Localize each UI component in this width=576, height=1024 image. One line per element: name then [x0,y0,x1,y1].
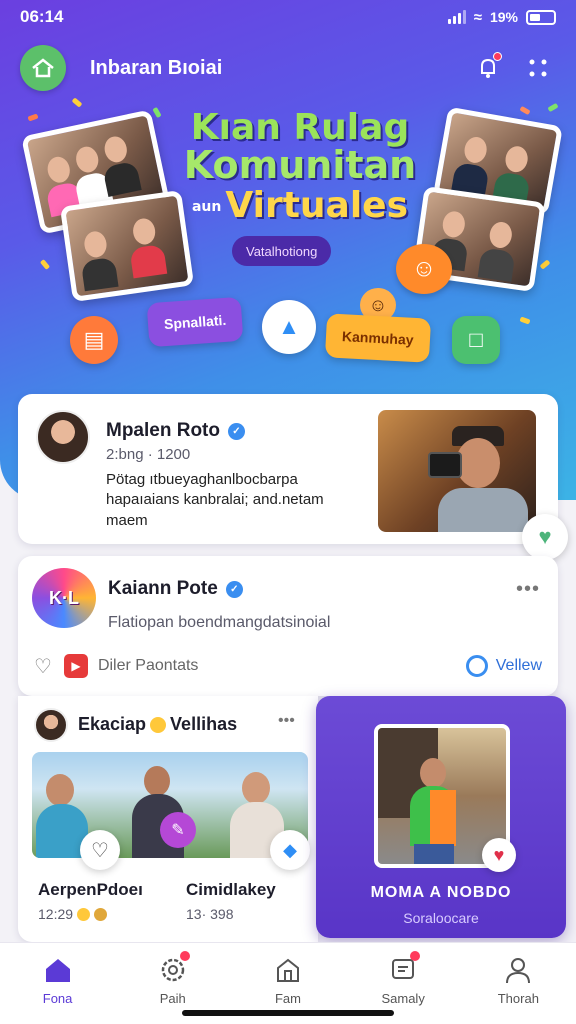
home-icon [41,955,75,985]
app-header: Inbaran Bıoiai [20,44,556,92]
like-heart-button[interactable]: ♥ [522,514,568,560]
confetti [39,259,51,270]
status-bar: 06:14 ≈ 19% [0,0,576,34]
nav-label: Paih [159,991,186,1006]
like-heart-button[interactable]: ♡ [80,830,120,870]
signal-icon [447,10,466,24]
profile-icon [501,955,535,985]
verified-icon: ✓ [225,580,243,598]
tile2-title[interactable]: Cimidlakey [186,880,276,900]
notification-dot [179,951,190,961]
nav-label: Samaly [381,991,425,1006]
gift-icon[interactable]: ▤ [70,316,118,364]
tile2-meta: 13· 398 [186,906,234,922]
group-photo[interactable]: ✎ [32,752,308,858]
chip-right[interactable]: Kanmuhay [324,313,431,363]
home-indicator[interactable] [182,1010,394,1016]
post-author[interactable]: Mpalen Roto [106,420,220,442]
avatar[interactable] [34,708,68,742]
feed-card[interactable]: Ekaciap Vellihas ••• ✎ ♡ ◆ AerpenPdoeı 1… [18,696,318,942]
confetti [519,105,531,116]
avatar[interactable] [36,410,90,464]
bell-icon[interactable]: ▲ [262,300,316,354]
nav-item-home[interactable]: Fona [13,955,103,1024]
nav-item-profile[interactable]: Thorah [473,955,563,1024]
post-author[interactable]: Kaiann Pote [108,578,218,600]
wifi-icon: ≈ [473,8,482,26]
featured-card[interactable]: ♥ MOMA A NOBDO Soraloocare [316,696,566,938]
post-subtitle: Flatiopan boendmangdatsinoial [108,614,331,631]
nav-label: Fona [42,991,73,1006]
banner-title: Kıan Rulag Komunitan aun Virtuales [180,110,420,224]
notification-dot [410,951,421,961]
confetti [71,97,83,108]
brush-icon[interactable]: ✎ [160,812,196,848]
nav-label: Fam [274,991,301,1006]
notifications-button[interactable] [470,50,506,86]
kol-logo[interactable]: K·L [32,568,96,628]
action-right-label[interactable]: Vellew [496,657,542,675]
emoji-icon [94,907,108,921]
play-icon[interactable]: ▶ [63,654,88,678]
banner-line-1: Kıan Rulag [190,107,410,148]
feed-author-suffix[interactable]: Vellihas [170,714,237,735]
more-options-icon[interactable]: ••• [278,712,295,730]
battery-percent: 19% [489,9,518,25]
community-photo [59,189,195,303]
like-heart-button[interactable]: ♥ [482,838,516,872]
nav-label: Thorah [497,991,539,1006]
app-logo[interactable] [20,45,66,91]
post-card[interactable]: K·L Kaiann Pote ✓ ••• Flatiopan boendman… [18,556,558,696]
banner-line-2: Komunitan [183,143,417,187]
view-icon[interactable] [465,655,488,677]
notification-dot [493,52,502,61]
more-options-icon[interactable]: ••• [516,578,540,601]
message-icon[interactable]: □ [452,316,500,364]
featured-title[interactable]: MOMA A NOBDO [316,884,566,902]
tile1-meta: 12:29 [38,906,74,922]
chip-left[interactable]: Spnallati. [146,296,244,348]
tile1-title[interactable]: AerpenPdoeı [38,880,143,900]
gear-icon [156,951,190,985]
smiley-sticker: ☺ [396,244,452,294]
banner-line-3: Virtuales [225,185,409,226]
post-card[interactable]: Mpalen Roto ✓ 2:bng · 1200 Pötag ıtbueya… [18,394,558,544]
confetti [152,106,162,119]
post-meta: 2:bng · 1200 [106,446,191,463]
confetti [519,316,531,325]
share-button[interactable]: ◆ [270,830,310,870]
featured-subtitle: Soraloocare [403,910,479,926]
post-photo[interactable] [378,410,536,532]
battery-icon [526,9,556,25]
confetti [539,259,551,270]
post-text: Pötag ıtbueyaghanlbocbarpa hapaıaians ka… [106,471,324,529]
feed-author[interactable]: Ekaciap [78,714,146,735]
app-title: Inbaran Bıoiai [90,56,223,79]
confetti [547,102,559,113]
confetti [27,113,39,122]
verified-icon: ✓ [228,422,245,440]
heart-outline-icon[interactable]: ♡ [34,654,52,679]
banner-line-3-prefix: aun [191,199,222,215]
more-menu-button[interactable] [520,50,556,86]
banner-pill: Vatalhotiong [232,236,332,266]
chat-icon [386,951,421,985]
grid-dots-icon [529,59,547,77]
action-left-label[interactable]: Diler Paontats [98,657,199,675]
house-icon [271,955,305,985]
emoji-icon [77,907,91,921]
emoji-icon [150,716,167,733]
status-time: 06:14 [20,7,64,26]
